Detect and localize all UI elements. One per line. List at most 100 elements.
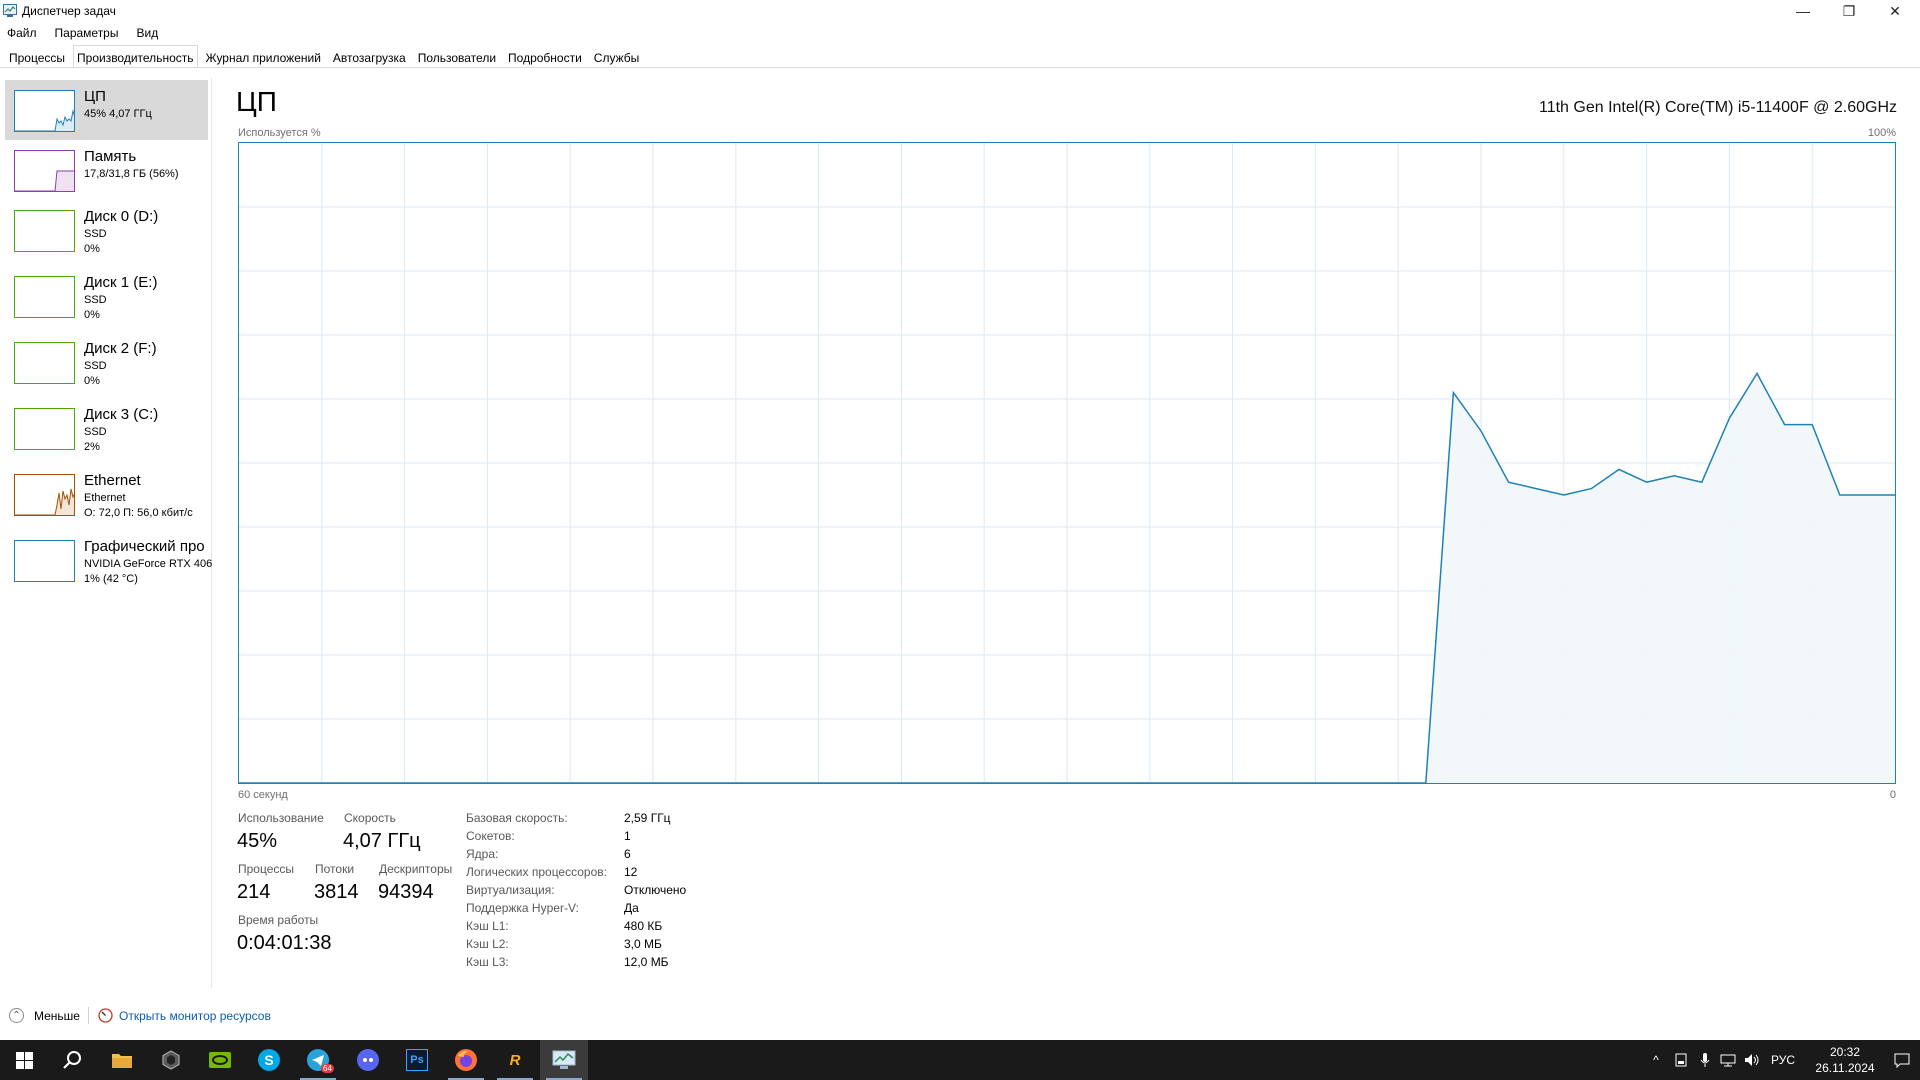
sidebar-item-detail: 17,8/31,8 ГБ (56%) — [84, 168, 179, 180]
tab-3[interactable]: Журнал приложений — [202, 47, 325, 68]
tab-6[interactable]: Подробности — [504, 47, 586, 68]
file-explorer-icon[interactable] — [98, 1040, 146, 1080]
sidebar-item-4[interactable]: Диск 1 (E:) SSD 0% — [5, 266, 208, 326]
resource-sidebar: ЦП 45% 4,07 ГГц Память 17,8/31,8 ГБ (56%) Ди… — [0, 78, 212, 988]
volume-icon[interactable] — [1742, 1040, 1762, 1080]
sidebar-item-detail: NVIDIA GeForce RTX 406 — [84, 558, 213, 570]
sidebar-item-detail: 0% — [84, 375, 100, 387]
speed-label: Скорость — [344, 811, 396, 825]
spec-value: Отключено — [624, 883, 687, 897]
sidebar-item-detail: 0% — [84, 243, 100, 255]
sidebar-item-detail: 0% — [84, 309, 100, 321]
sidebar-item-8[interactable]: Графический про NVIDIA GeForce RTX 406 1% … — [5, 530, 212, 590]
photoshop-icon[interactable]: Ps — [393, 1040, 441, 1080]
skype-icon[interactable]: S — [245, 1040, 293, 1080]
microphone-icon[interactable] — [1696, 1040, 1714, 1080]
sidebar-item-1[interactable]: ЦП 45% 4,07 ГГц — [5, 80, 208, 140]
spec-label: Кэш L3: — [466, 955, 509, 969]
clock-time: 20:32 — [1829, 1045, 1861, 1059]
sidebar-item-5[interactable]: Диск 2 (F:) SSD 0% — [5, 332, 208, 392]
disk-graph-thumbnail — [14, 276, 75, 318]
skype-glyph: S — [258, 1049, 280, 1071]
menu-view[interactable]: Вид — [136, 24, 158, 42]
spec-value: Да — [624, 901, 639, 915]
spec-value: 12 — [624, 865, 638, 879]
sidebar-item-title: Диск 1 (E:) — [84, 274, 158, 291]
nvidia-icon[interactable] — [196, 1040, 244, 1080]
sidebar-item-title: Диск 0 (D:) — [84, 208, 159, 225]
firefox-icon[interactable] — [442, 1040, 490, 1080]
sidebar-item-title: Диск 2 (F:) — [84, 340, 157, 357]
tray-storage-icon[interactable] — [1672, 1040, 1690, 1080]
tab-2[interactable]: Производительность — [73, 45, 198, 67]
spec-label: Базовая скорость: — [466, 811, 568, 825]
tab-4[interactable]: Автозагрузка — [329, 47, 410, 68]
spec-value: 3,0 МБ — [624, 937, 662, 951]
sidebar-item-detail: 2% — [84, 441, 100, 453]
graph-y-max-label: 100% — [1867, 127, 1896, 139]
network-icon[interactable] — [1718, 1040, 1738, 1080]
graph-y-label: Используется % — [238, 127, 321, 139]
handles-value: 94394 — [378, 881, 434, 903]
menu-options[interactable]: Параметры — [55, 24, 119, 42]
unity-hub-icon[interactable] — [147, 1040, 195, 1080]
photoshop-glyph: Ps — [406, 1049, 428, 1071]
speed-value: 4,07 ГГц — [343, 830, 421, 852]
task-manager-taskbar-icon[interactable] — [540, 1040, 588, 1080]
taskbar: S 64 Ps R ^ РУС 20:32 26.11.2024 — [0, 1040, 1920, 1080]
rockstar-launcher-icon[interactable]: R — [491, 1040, 539, 1080]
uptime-label: Время работы — [238, 913, 319, 927]
telegram-badge: 64 — [321, 1064, 334, 1073]
sidebar-item-detail: SSD — [84, 294, 107, 306]
start-icon[interactable] — [0, 1040, 48, 1080]
search-icon[interactable] — [48, 1040, 96, 1080]
processes-value: 214 — [237, 881, 271, 903]
spec-label: Кэш L1: — [466, 919, 509, 933]
restore-button[interactable]: ❐ — [1826, 0, 1872, 22]
cpu-model-name: 11th Gen Intel(R) Core(TM) i5-11400F @ 2… — [1539, 99, 1897, 116]
sidebar-item-title: Графический про — [84, 538, 205, 555]
menu-file[interactable]: Файл — [7, 24, 37, 42]
spec-value: 480 КБ — [624, 919, 663, 933]
chevron-up-icon[interactable]: ⌃ — [9, 1008, 24, 1023]
sidebar-item-title: Ethernet — [84, 472, 141, 489]
close-button[interactable]: ✕ — [1872, 0, 1918, 22]
language-indicator[interactable]: РУС — [1766, 1040, 1800, 1080]
footer: ⌃ Меньше Открыть монитор ресурсов — [0, 1000, 1920, 1030]
discord-icon[interactable] — [344, 1040, 392, 1080]
spec-label: Кэш L2: — [466, 937, 509, 951]
task-manager-icon — [3, 4, 17, 17]
sidebar-item-7[interactable]: Ethernet Ethernet О: 72,0 П: 56,0 кбит/с — [5, 464, 208, 524]
cpu-usage-graph — [238, 142, 1896, 784]
tab-bar: Процессы Производительность Журнал приложе… — [0, 45, 1920, 68]
spec-label: Поддержка Hyper-V: — [466, 901, 579, 915]
open-resource-monitor-link[interactable]: Открыть монитор ресурсов — [119, 1009, 271, 1023]
sidebar-item-3[interactable]: Диск 0 (D:) SSD 0% — [5, 200, 208, 260]
sidebar-item-detail: 45% 4,07 ГГц — [84, 108, 152, 120]
telegram-icon[interactable]: 64 — [294, 1040, 342, 1080]
minimize-button[interactable]: — — [1780, 0, 1826, 22]
sidebar-item-detail: SSD — [84, 228, 107, 240]
usage-value: 45% — [237, 830, 278, 852]
fewer-details-button[interactable]: Меньше — [34, 1009, 80, 1023]
rockstar-glyph: R — [504, 1049, 526, 1071]
spec-label: Сокетов: — [466, 829, 515, 843]
tab-7[interactable]: Службы — [590, 47, 643, 68]
clock[interactable]: 20:32 26.11.2024 — [1806, 1040, 1884, 1080]
network-graph-thumbnail — [14, 474, 75, 516]
sidebar-item-6[interactable]: Диск 3 (C:) SSD 2% — [5, 398, 208, 458]
notification-icon[interactable] — [1884, 1040, 1920, 1080]
clock-date: 26.11.2024 — [1815, 1061, 1875, 1075]
spec-value: 12,0 МБ — [624, 955, 669, 969]
tray-chevron-icon[interactable]: ^ — [1648, 1040, 1664, 1080]
sidebar-item-title: ЦП — [84, 88, 106, 105]
sidebar-item-2[interactable]: Память 17,8/31,8 ГБ (56%) — [5, 140, 208, 200]
uptime-value: 0:04:01:38 — [237, 932, 332, 954]
title-bar: Диспетчер задач — ❐ ✕ — [0, 0, 1920, 24]
usage-label: Использование — [238, 811, 324, 825]
sidebar-item-detail: 1% (42 °C) — [84, 573, 138, 585]
sidebar-item-detail: SSD — [84, 426, 107, 438]
tab-1[interactable]: Процессы — [5, 47, 69, 68]
tab-5[interactable]: Пользователи — [414, 47, 500, 68]
spec-label: Ядра: — [466, 847, 499, 861]
